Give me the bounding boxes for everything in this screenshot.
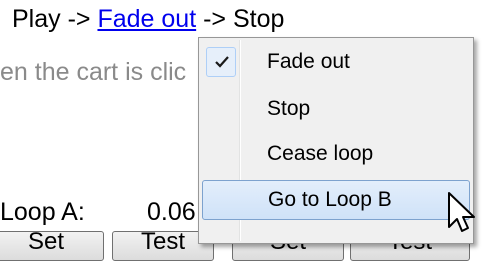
button-label: Set (27, 231, 65, 255)
mouse-pointer-icon (447, 191, 477, 244)
menu-item-go-to-loop-b[interactable]: Go to Loop B (202, 180, 470, 220)
menu-item-stop[interactable]: Stop (202, 90, 470, 130)
menu-item-cease-loop[interactable]: Cease loop (202, 135, 470, 175)
menu-item-label: Go to Loop B (268, 188, 392, 211)
fade-out-link[interactable]: Fade out (97, 5, 196, 33)
loop-a-label: Loop A: (0, 198, 85, 226)
hint-text: en the cart is clic (0, 58, 187, 86)
menu-item-label: Fade out (267, 50, 350, 73)
context-menu: Fade out Stop Cease loop Go to Loop B (198, 37, 474, 244)
menu-item-fade-out[interactable]: Fade out (202, 43, 470, 83)
set-loop-a-button[interactable]: Set (0, 231, 104, 261)
action-cycle-line: Play -> Fade out -> Stop (12, 4, 284, 34)
cart-properties-panel: Play -> Fade out -> Stop en the cart is … (0, 0, 485, 261)
menu-item-label: Cease loop (267, 142, 374, 165)
stop-text: -> Stop (203, 5, 285, 33)
button-label: Test (140, 231, 185, 255)
play-text: Play -> (12, 5, 91, 33)
menu-item-label: Stop (267, 97, 311, 120)
loop-a-value: 0.06 (147, 198, 196, 226)
check-icon (206, 47, 236, 77)
